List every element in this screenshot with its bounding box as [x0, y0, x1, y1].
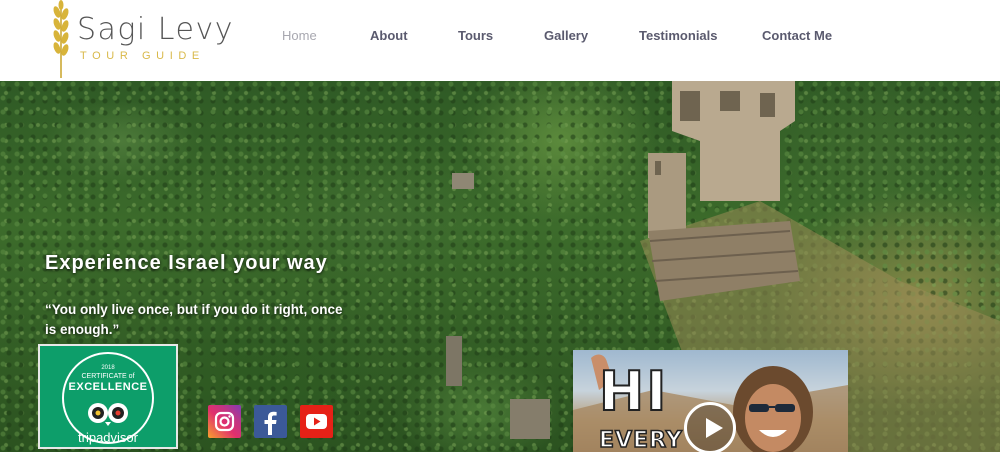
logo[interactable]: Sagi Levy TOUR GUIDE — [44, 0, 244, 80]
youtube-icon[interactable] — [300, 405, 333, 438]
facebook-icon[interactable] — [254, 405, 287, 438]
wheat-icon — [53, 0, 69, 78]
badge-brand: tripadvisor — [78, 430, 138, 445]
tripadvisor-owl-icon — [88, 403, 128, 426]
instagram-icon[interactable] — [208, 405, 241, 438]
hero-banner: Experience Israel your way “You only liv… — [0, 81, 1000, 452]
nav-contact[interactable]: Contact Me — [762, 28, 832, 43]
video-caption-hi: HI — [598, 359, 669, 424]
brand-name: Sagi Levy — [77, 12, 234, 47]
intro-video[interactable]: HI EVERY — [573, 350, 848, 452]
badge-certificate: CERTIFICATE of — [81, 373, 135, 380]
nav-testimonials[interactable]: Testimonials — [639, 28, 718, 43]
badge-year: 2018 — [101, 365, 115, 371]
nav-gallery[interactable]: Gallery — [544, 28, 588, 43]
hero-title: Experience Israel your way — [45, 252, 328, 274]
badge-excellence: EXCELLENCE — [68, 381, 148, 393]
site-header: Sagi Levy TOUR GUIDE Home About Tours Ga… — [0, 0, 1000, 81]
tripadvisor-badge[interactable]: 2018 CERTIFICATE of EXCELLENCE tripadvis… — [38, 344, 178, 449]
nav-home[interactable]: Home — [282, 28, 317, 43]
brand-tagline: TOUR GUIDE — [80, 50, 205, 62]
nav-tours[interactable]: Tours — [458, 28, 493, 43]
video-caption-every: EVERY — [598, 427, 683, 452]
nav-about[interactable]: About — [370, 28, 408, 43]
play-icon[interactable] — [684, 402, 736, 452]
play-triangle — [706, 418, 723, 438]
hero-quote: “You only live once, but if you do it ri… — [45, 302, 343, 337]
